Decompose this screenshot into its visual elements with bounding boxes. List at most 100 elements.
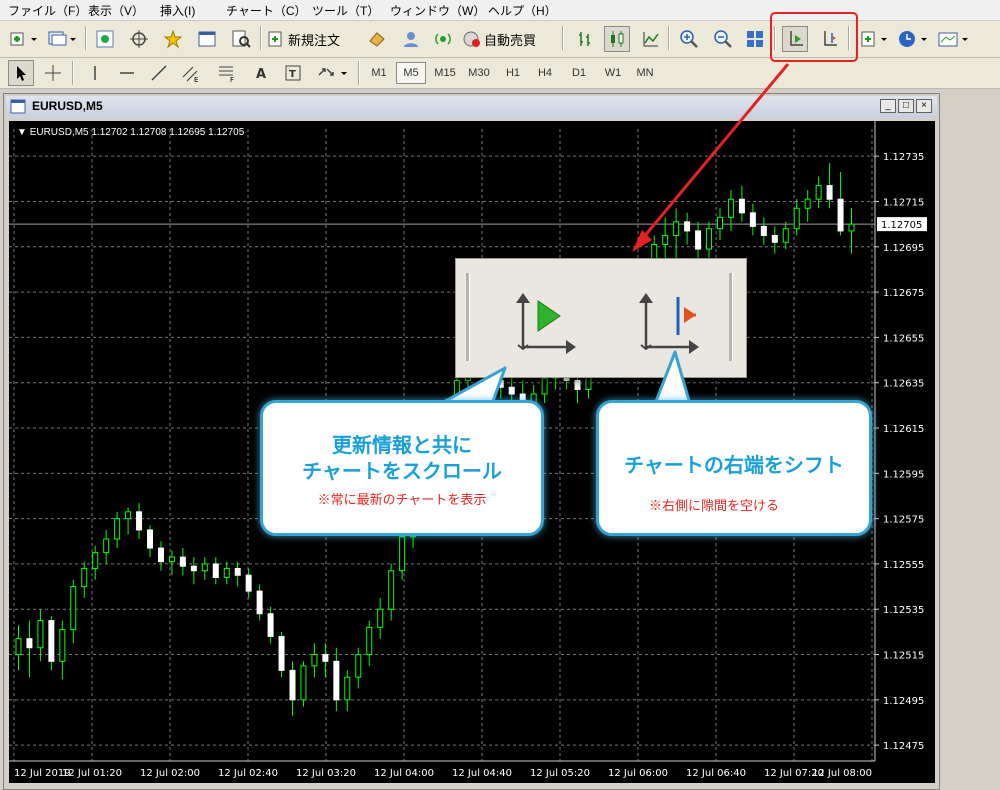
candle <box>749 203 756 236</box>
crosshair-icon <box>130 30 148 48</box>
candle-body-bull <box>201 563 208 572</box>
periods-button[interactable] <box>896 26 930 52</box>
trendline-button[interactable] <box>146 60 172 86</box>
new-order-button[interactable]: 新規注文 <box>266 26 356 52</box>
x-tick-label: 12 Jul 04:00 <box>374 768 434 779</box>
timeframe-mn[interactable]: MN <box>630 62 660 84</box>
candle-body-bear <box>157 547 164 563</box>
horizontal-line-button[interactable] <box>114 60 140 86</box>
data-window-button[interactable] <box>126 26 152 52</box>
terminal-button[interactable] <box>194 26 220 52</box>
close-button[interactable]: × <box>916 99 932 113</box>
metaeditor-button[interactable] <box>364 26 390 52</box>
market-watch-button[interactable] <box>92 26 118 52</box>
chart-info-toggle-icon[interactable]: ▼ <box>17 127 27 138</box>
star-icon <box>163 29 183 49</box>
crosshair-tool-icon <box>45 65 61 81</box>
candle <box>355 647 362 689</box>
crosshair-tool-button[interactable] <box>40 60 66 86</box>
y-tick-label: 1.12555 <box>883 560 924 571</box>
candle <box>695 221 702 259</box>
new-chart-button[interactable] <box>8 26 40 52</box>
candle-body-bull <box>344 676 351 701</box>
timeframe-w1[interactable]: W1 <box>598 62 628 84</box>
cursor-button[interactable] <box>8 60 34 86</box>
auto-scroll-callout: 更新情報と共に チャートをスクロール ※常に最新のチャートを表示 <box>260 400 544 536</box>
candle-body-bear <box>322 654 329 662</box>
menu-view[interactable]: 表示（V） <box>88 2 144 19</box>
menu-chart[interactable]: チャート（C） <box>226 2 307 19</box>
wireless-icon <box>435 33 451 45</box>
fibonacci-button[interactable]: F <box>214 60 240 86</box>
menu-insert[interactable]: 挿入(I) <box>160 2 195 19</box>
candle <box>673 208 680 259</box>
timeframe-h4[interactable]: H4 <box>530 62 560 84</box>
candle <box>366 620 373 666</box>
line-chart-button[interactable] <box>638 26 664 52</box>
signals-button[interactable] <box>398 26 424 52</box>
candle <box>760 217 767 245</box>
candle-chart-button[interactable] <box>604 26 630 52</box>
timeframe-m15[interactable]: M15 <box>430 62 460 84</box>
candle <box>300 661 307 707</box>
zoom-in-button[interactable] <box>676 26 702 52</box>
templates-button[interactable] <box>936 26 970 52</box>
auto-trading-label: 自動売買 <box>484 32 537 48</box>
alerts-button[interactable] <box>430 26 456 52</box>
candle-body-bull <box>727 198 734 218</box>
shift-buttons-highlight <box>770 12 858 62</box>
navigator-button[interactable] <box>160 26 186 52</box>
equidistant-channel-button[interactable]: E <box>178 60 204 86</box>
bar-chart-button[interactable] <box>572 26 598 52</box>
vertical-line-button[interactable] <box>82 60 108 86</box>
timeframe-h1[interactable]: H1 <box>498 62 528 84</box>
menu-tools[interactable]: ツール（T） <box>312 2 379 19</box>
menu-window[interactable]: ウィンドウ（W） <box>390 2 485 19</box>
candle <box>311 643 318 678</box>
candle <box>92 545 99 580</box>
candle <box>234 561 241 587</box>
price-axis: 1.12735 1.12715 1.12695 1.12675 1.12655 1.126… <box>874 121 927 761</box>
zoom-in-icon <box>680 30 698 48</box>
tile-windows-button[interactable] <box>742 26 768 52</box>
minimize-button[interactable]: _ <box>880 99 896 113</box>
text-label-button[interactable]: T <box>280 60 306 86</box>
chart-shift-callout-line1: チャートの右端をシフト <box>624 455 844 477</box>
tester-icon <box>232 30 251 48</box>
maximize-button[interactable]: □ <box>898 99 914 113</box>
x-tick-label: 12 Jul 02:40 <box>218 768 278 779</box>
toolbar-separator <box>668 26 670 50</box>
timeframe-m30[interactable]: M30 <box>464 62 494 84</box>
toolbar-separator <box>358 61 360 85</box>
timeframe-m1[interactable]: M1 <box>364 62 394 84</box>
menu-help[interactable]: ヘルプ（H） <box>488 2 557 19</box>
candle <box>26 620 33 678</box>
candle-body-bull <box>815 185 822 200</box>
auto-trading-button[interactable]: 自動売買 <box>462 26 554 52</box>
candle-body-bear <box>837 198 844 232</box>
indicators-button[interactable] <box>858 26 890 52</box>
x-tick-label: 12 Jul 05:20 <box>530 768 590 779</box>
line-chart-icon <box>643 32 659 47</box>
text-button[interactable]: A <box>248 60 274 86</box>
zoom-out-button[interactable] <box>710 26 736 52</box>
chart-window-icon <box>10 99 26 114</box>
vertical-line-icon <box>94 66 96 80</box>
candle <box>771 226 778 254</box>
candle-body-bear <box>179 556 186 567</box>
candle <box>256 584 263 621</box>
candle-body-bull <box>59 629 66 662</box>
profiles-button[interactable] <box>46 26 78 52</box>
candle-body-bear <box>574 379 581 391</box>
candle-body-bear <box>760 225 767 236</box>
x-tick-label: 12 Jul 08:00 <box>812 768 872 779</box>
svg-text:E: E <box>194 76 198 83</box>
candle-body-bull <box>168 556 175 563</box>
text-label-icon: T <box>285 65 301 81</box>
timeframe-m5[interactable]: M5 <box>396 62 426 84</box>
strategy-tester-button[interactable] <box>228 26 254 52</box>
y-tick-label: 1.12595 <box>883 469 924 480</box>
menu-file[interactable]: ファイル（F） <box>8 2 87 19</box>
arrows-button[interactable] <box>314 60 350 86</box>
timeframe-d1[interactable]: D1 <box>564 62 594 84</box>
